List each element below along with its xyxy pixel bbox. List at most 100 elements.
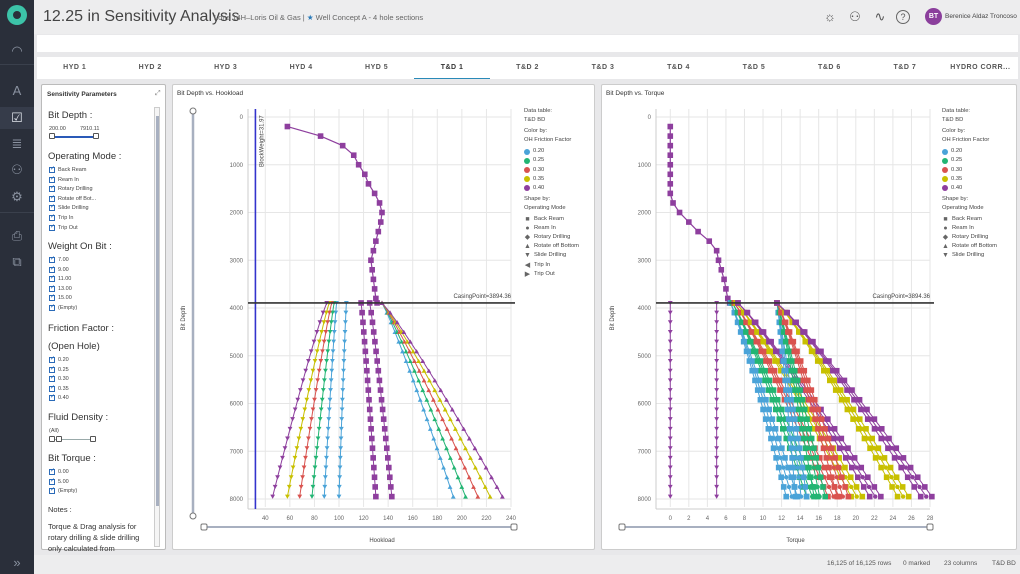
data-point[interactable] xyxy=(366,396,372,403)
data-point[interactable] xyxy=(826,358,832,364)
data-point[interactable] xyxy=(873,494,878,499)
data-point[interactable] xyxy=(856,416,863,422)
data-point[interactable] xyxy=(381,426,388,432)
data-point[interactable] xyxy=(808,387,815,393)
tab-t-d-2[interactable]: T&D 2 xyxy=(490,57,565,79)
data-point[interactable] xyxy=(326,407,332,412)
data-point[interactable] xyxy=(820,484,826,490)
bit-depth-max-handle[interactable] xyxy=(93,133,99,139)
data-point[interactable] xyxy=(809,484,816,490)
settings-icon[interactable]: ⚙ xyxy=(0,186,34,208)
data-point[interactable] xyxy=(371,474,378,481)
data-point[interactable] xyxy=(903,465,909,470)
data-point[interactable] xyxy=(371,286,378,292)
checkbox--empty-[interactable]: (Empty) xyxy=(49,303,77,311)
tab-hyd-1[interactable]: HYD 1 xyxy=(37,57,112,79)
data-point[interactable] xyxy=(872,455,879,461)
data-point[interactable] xyxy=(285,436,290,441)
data-point[interactable] xyxy=(752,319,759,326)
data-point[interactable] xyxy=(315,436,321,441)
checkbox-slide-drilling[interactable]: Slide Drilling xyxy=(49,203,89,212)
data-point[interactable] xyxy=(420,358,426,364)
data-point[interactable] xyxy=(802,484,809,490)
legend-item-shape[interactable]: ▼ Slide Drilling xyxy=(942,251,997,260)
data-point[interactable] xyxy=(427,426,433,431)
checkbox-checked-icon[interactable] xyxy=(49,384,55,392)
data-point[interactable] xyxy=(321,494,327,499)
data-point[interactable] xyxy=(321,320,327,325)
checkbox-0-25[interactable]: 0.25 xyxy=(49,365,69,373)
data-point[interactable] xyxy=(326,339,332,344)
data-point[interactable] xyxy=(329,359,335,364)
data-point[interactable] xyxy=(849,387,855,393)
fluid-density-max-handle[interactable] xyxy=(90,436,96,442)
y-range-handle-bottom[interactable] xyxy=(189,512,197,520)
checkbox-checked-icon[interactable] xyxy=(49,194,55,202)
tab-hyd-3[interactable]: HYD 3 xyxy=(188,57,263,79)
data-point[interactable] xyxy=(449,436,454,441)
data-point[interactable] xyxy=(375,367,382,374)
tab-hyd-4[interactable]: HYD 4 xyxy=(263,57,338,79)
data-point[interactable] xyxy=(831,465,836,470)
data-point[interactable] xyxy=(778,474,784,481)
data-point[interactable] xyxy=(842,484,848,490)
data-point[interactable] xyxy=(869,435,876,442)
data-point[interactable] xyxy=(290,417,295,422)
data-point[interactable] xyxy=(804,455,811,461)
data-point[interactable] xyxy=(877,455,883,461)
data-point[interactable] xyxy=(823,455,830,461)
data-point[interactable] xyxy=(337,475,343,480)
data-point[interactable] xyxy=(330,349,336,354)
data-point[interactable] xyxy=(667,123,674,130)
data-point[interactable] xyxy=(444,475,450,480)
data-point[interactable] xyxy=(373,295,379,302)
data-point[interactable] xyxy=(802,445,809,451)
bit-depth-min-handle[interactable] xyxy=(49,133,55,139)
legend-item-shape[interactable]: ▲ Rotate off Bottom xyxy=(524,242,579,251)
data-point[interactable] xyxy=(667,465,673,470)
data-point[interactable] xyxy=(792,367,799,374)
checkbox-back-ream[interactable]: Back Ream xyxy=(49,165,86,173)
checkbox-checked-icon[interactable] xyxy=(49,293,55,302)
data-point[interactable] xyxy=(435,407,441,412)
tab-hydro-corr-[interactable]: HYDRO CORR... xyxy=(943,57,1018,79)
data-point[interactable] xyxy=(442,407,448,412)
data-point[interactable] xyxy=(770,387,777,393)
data-point[interactable] xyxy=(845,445,851,451)
data-point[interactable] xyxy=(323,368,328,373)
data-point[interactable] xyxy=(322,475,328,480)
data-point[interactable] xyxy=(790,464,796,471)
data-point[interactable] xyxy=(455,475,461,480)
data-point[interactable] xyxy=(362,348,369,355)
data-point[interactable] xyxy=(292,455,298,461)
data-point[interactable] xyxy=(889,475,894,480)
checkbox-0-20[interactable]: 0.20 xyxy=(49,355,69,363)
data-point[interactable] xyxy=(784,309,791,316)
data-point[interactable] xyxy=(811,445,817,451)
data-point[interactable] xyxy=(818,358,824,364)
data-point[interactable] xyxy=(713,247,720,254)
checkbox-checked-icon[interactable] xyxy=(49,184,55,193)
data-point[interactable] xyxy=(863,426,869,432)
data-point[interactable] xyxy=(325,436,331,441)
data-point[interactable] xyxy=(328,388,333,393)
fluid-density-min-handle[interactable] xyxy=(49,436,55,442)
data-point[interactable] xyxy=(898,464,904,471)
data-point[interactable] xyxy=(303,455,308,461)
checkbox-7-00[interactable]: 7.00 xyxy=(49,255,69,263)
data-point[interactable] xyxy=(715,257,722,264)
data-point[interactable] xyxy=(714,359,720,364)
data-point[interactable] xyxy=(756,377,763,384)
data-point[interactable] xyxy=(779,445,785,451)
data-point[interactable] xyxy=(667,310,673,315)
data-point[interactable] xyxy=(798,455,804,461)
data-point[interactable] xyxy=(812,396,818,403)
data-point[interactable] xyxy=(714,426,720,432)
data-point[interactable] xyxy=(924,494,929,499)
data-point[interactable] xyxy=(667,190,674,197)
data-point[interactable] xyxy=(407,358,413,364)
data-point[interactable] xyxy=(407,339,413,344)
data-point[interactable] xyxy=(321,339,327,344)
data-point[interactable] xyxy=(831,426,838,432)
x-range-handle-left[interactable] xyxy=(618,523,626,531)
